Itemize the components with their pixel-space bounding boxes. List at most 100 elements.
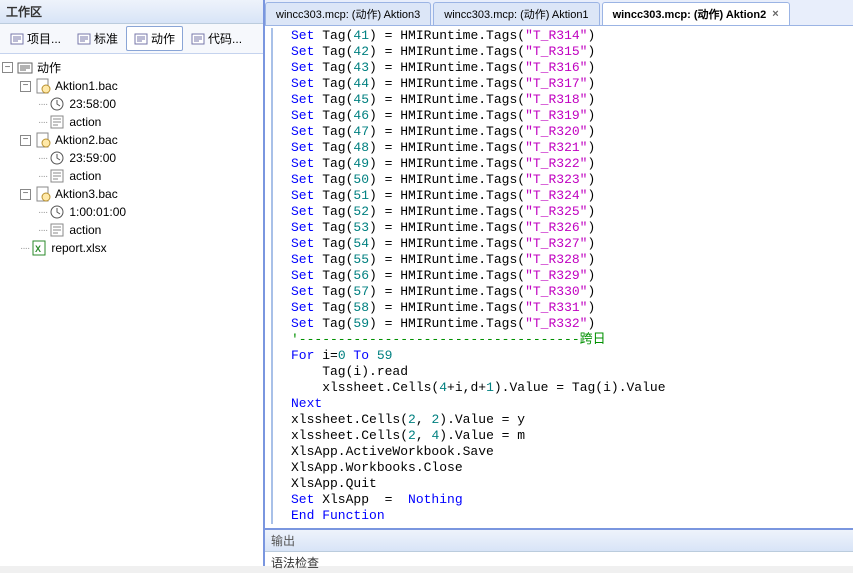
code-line[interactable]: Set Tag(47) = HMIRuntime.Tags("T_R320") (271, 124, 853, 140)
collapse-icon[interactable]: − (20, 135, 31, 146)
toolbar-btn-0[interactable]: 项目... (2, 26, 69, 51)
tree-file[interactable]: − Aktion3.bac (2, 185, 261, 203)
time-label: 23:59:00 (69, 151, 116, 165)
code-line[interactable]: XlsApp.ActiveWorkbook.Save (271, 444, 853, 460)
project-tree[interactable]: − 动作 − Aktion1.bac ···· 23:58:00 ···· action −… (0, 54, 263, 566)
action-icon (49, 114, 65, 130)
toolbar-btn-2[interactable]: 动作 (126, 26, 183, 51)
output-panel: 输出 语法检查 (265, 530, 853, 566)
bac-file-icon (35, 78, 51, 94)
output-body: 语法检查 (265, 552, 853, 573)
action-icon (49, 222, 65, 238)
code-line[interactable]: XlsApp.Workbooks.Close (271, 460, 853, 476)
code-line[interactable]: Set Tag(45) = HMIRuntime.Tags("T_R318") (271, 92, 853, 108)
report-label: report.xlsx (51, 241, 106, 255)
toolbar-label: 代码... (208, 30, 242, 47)
tree-connector: ···· (38, 171, 47, 182)
clock-icon (49, 150, 65, 166)
code-line[interactable]: Tag(i).read (271, 364, 853, 380)
script-icon (77, 32, 91, 46)
code-line[interactable]: Set Tag(58) = HMIRuntime.Tags("T_R331") (271, 300, 853, 316)
code-editor[interactable]: Set Tag(41) = HMIRuntime.Tags("T_R314")S… (265, 26, 853, 530)
code-line[interactable]: Set Tag(55) = HMIRuntime.Tags("T_R328") (271, 252, 853, 268)
code-line[interactable]: '------------------------------------跨日 (271, 332, 853, 348)
tree-root[interactable]: − 动作 (2, 58, 261, 77)
script-icon (191, 32, 205, 46)
code-line[interactable]: Set Tag(48) = HMIRuntime.Tags("T_R321") (271, 140, 853, 156)
toolbar-btn-3[interactable]: 代码... (183, 26, 250, 51)
code-line[interactable]: Set Tag(56) = HMIRuntime.Tags("T_R329") (271, 268, 853, 284)
code-line[interactable]: xlssheet.Cells(2, 4).Value = m (271, 428, 853, 444)
toolbar-label: 项目... (27, 30, 61, 47)
action-icon (49, 168, 65, 184)
code-line[interactable]: Set Tag(51) = HMIRuntime.Tags("T_R324") (271, 188, 853, 204)
code-line[interactable]: For i=0 To 59 (271, 348, 853, 364)
collapse-icon[interactable]: − (20, 189, 31, 200)
output-header: 输出 (265, 530, 853, 552)
code-line[interactable]: Next (271, 396, 853, 412)
code-line[interactable]: xlssheet.Cells(2, 2).Value = y (271, 412, 853, 428)
tree-time[interactable]: ···· 23:59:00 (2, 149, 261, 167)
tree-report[interactable]: ···· X report.xlsx (2, 239, 261, 257)
tab-label: wincc303.mcp: (动作) Aktion2 (613, 6, 767, 22)
tree-file[interactable]: − Aktion2.bac (2, 131, 261, 149)
tree-connector: ···· (38, 153, 47, 164)
code-line[interactable]: Set Tag(54) = HMIRuntime.Tags("T_R327") (271, 236, 853, 252)
code-line[interactable]: xlssheet.Cells(4+i,d+1).Value = Tag(i).V… (271, 380, 853, 396)
action-label: action (69, 115, 101, 129)
time-label: 23:58:00 (69, 97, 116, 111)
code-line[interactable]: Set Tag(50) = HMIRuntime.Tags("T_R323") (271, 172, 853, 188)
code-line[interactable]: Set Tag(57) = HMIRuntime.Tags("T_R330") (271, 284, 853, 300)
tree-action[interactable]: ···· action (2, 221, 261, 239)
code-line[interactable]: Set XlsApp = Nothing (271, 492, 853, 508)
tree-time[interactable]: ···· 1:00:01:00 (2, 203, 261, 221)
tree-connector: ···· (38, 207, 47, 218)
workspace-panel: 工作区 项目...标准动作代码... − 动作 −Aktion1.bac····… (0, 0, 265, 566)
clock-icon (49, 96, 65, 112)
toolbar-label: 标准 (94, 30, 118, 47)
file-label: Aktion1.bac (55, 79, 118, 93)
tree-root-label: 动作 (37, 59, 61, 76)
code-line[interactable]: Set Tag(42) = HMIRuntime.Tags("T_R315") (271, 44, 853, 60)
tab-label: wincc303.mcp: (动作) Aktion3 (276, 6, 420, 22)
collapse-icon[interactable]: − (2, 62, 13, 73)
clock-icon (49, 204, 65, 220)
code-line[interactable]: Set Tag(41) = HMIRuntime.Tags("T_R314") (271, 28, 853, 44)
collapse-icon[interactable]: − (20, 81, 31, 92)
script-icon (134, 32, 148, 46)
action-label: action (69, 223, 101, 237)
editor-tab[interactable]: wincc303.mcp: (动作) Aktion2 × (602, 2, 790, 25)
excel-file-icon: X (31, 240, 47, 256)
tree-action[interactable]: ···· action (2, 167, 261, 185)
bac-file-icon (35, 132, 51, 148)
code-line[interactable]: Set Tag(49) = HMIRuntime.Tags("T_R322") (271, 156, 853, 172)
code-line[interactable]: Set Tag(44) = HMIRuntime.Tags("T_R317") (271, 76, 853, 92)
code-line[interactable]: End Function (271, 508, 853, 524)
code-line[interactable]: Set Tag(46) = HMIRuntime.Tags("T_R319") (271, 108, 853, 124)
editor-tabs: wincc303.mcp: (动作) Aktion3 wincc303.mcp: … (265, 0, 853, 26)
code-line[interactable]: XlsApp.Quit (271, 476, 853, 492)
editor-tab[interactable]: wincc303.mcp: (动作) Aktion3 (265, 2, 431, 25)
tree-file[interactable]: − Aktion1.bac (2, 77, 261, 95)
time-label: 1:00:01:00 (69, 205, 126, 219)
workspace-header: 工作区 (0, 0, 263, 24)
close-icon[interactable]: × (772, 8, 778, 20)
script-folder-icon (17, 60, 33, 76)
bac-file-icon (35, 186, 51, 202)
tree-connector: ···· (38, 117, 47, 128)
code-line[interactable]: Set Tag(52) = HMIRuntime.Tags("T_R325") (271, 204, 853, 220)
tab-label: wincc303.mcp: (动作) Aktion1 (444, 6, 588, 22)
file-label: Aktion2.bac (55, 133, 118, 147)
file-label: Aktion3.bac (55, 187, 118, 201)
tree-connector: ···· (38, 225, 47, 236)
code-line[interactable]: Set Tag(59) = HMIRuntime.Tags("T_R332") (271, 316, 853, 332)
code-line[interactable]: Set Tag(53) = HMIRuntime.Tags("T_R326") (271, 220, 853, 236)
toolbar-btn-1[interactable]: 标准 (69, 26, 126, 51)
tree-connector: ···· (38, 99, 47, 110)
app-root: 工作区 项目...标准动作代码... − 动作 −Aktion1.bac····… (0, 0, 853, 566)
tree-time[interactable]: ···· 23:58:00 (2, 95, 261, 113)
tree-action[interactable]: ···· action (2, 113, 261, 131)
editor-tab[interactable]: wincc303.mcp: (动作) Aktion1 (433, 2, 599, 25)
code-line[interactable]: Set Tag(43) = HMIRuntime.Tags("T_R316") (271, 60, 853, 76)
action-label: action (69, 169, 101, 183)
